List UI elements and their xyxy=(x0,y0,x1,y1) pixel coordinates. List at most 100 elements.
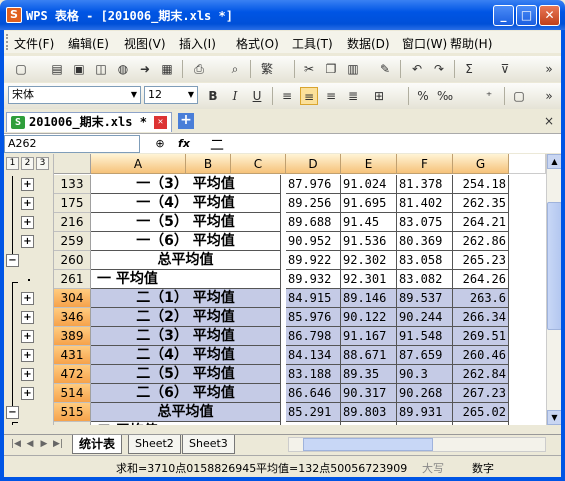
collapse-group-icon[interactable]: − xyxy=(6,254,19,267)
cell-g[interactable]: 267.23 xyxy=(453,384,509,403)
cell-d[interactable]: 89.256 xyxy=(286,194,341,213)
pdf-icon[interactable]: ▦ xyxy=(158,60,176,78)
cell-e[interactable]: 90.122 xyxy=(341,308,397,327)
cell-f[interactable]: 89.931 xyxy=(397,422,453,425)
cell-d[interactable]: 85.318 xyxy=(286,422,341,425)
sheet-tab-3[interactable]: Sheet3 xyxy=(182,435,235,454)
menu-view[interactable]: 视图(V) xyxy=(124,35,166,52)
cell-g[interactable]: 264.21 xyxy=(453,213,509,232)
row-header[interactable]: 389 xyxy=(54,327,91,346)
cell-e[interactable]: 91.167 xyxy=(341,327,397,346)
border-icon[interactable]: ▢ xyxy=(510,87,528,105)
sheet-tab-1[interactable]: 统计表 xyxy=(72,435,123,454)
menu-tools[interactable]: 工具(T) xyxy=(292,35,333,52)
cell-label[interactable]: 二（5） 平均值 xyxy=(91,365,281,384)
cell-d[interactable]: 83.188 xyxy=(286,365,341,384)
row-header[interactable]: 261 xyxy=(54,270,91,289)
first-sheet-icon[interactable]: |◀ xyxy=(10,438,22,451)
last-sheet-icon[interactable]: ▶| xyxy=(52,438,64,451)
cell-f[interactable]: 91.548 xyxy=(397,327,453,346)
expand-group-icon[interactable]: + xyxy=(21,216,34,229)
expand-group-icon[interactable]: + xyxy=(21,197,34,210)
cell-e[interactable]: 91.695 xyxy=(341,194,397,213)
next-sheet-icon[interactable]: ▶ xyxy=(38,438,50,451)
expand-group-icon[interactable]: + xyxy=(21,387,34,400)
collapse-group-icon[interactable]: − xyxy=(6,406,19,419)
scroll-thumb[interactable] xyxy=(547,202,561,330)
redo-icon[interactable]: ↷ xyxy=(430,60,448,78)
expand-group-icon[interactable]: + xyxy=(21,311,34,324)
print-preview-icon[interactable]: ◫ xyxy=(92,60,110,78)
cell-label[interactable]: 二（4） 平均值 xyxy=(91,346,281,365)
document-tab[interactable]: S 201006_期末.xls * ✕ xyxy=(6,112,172,132)
align-center-icon[interactable]: ≡ xyxy=(300,87,318,105)
scroll-down-icon[interactable]: ▼ xyxy=(547,410,561,425)
menu-window[interactable]: 窗口(W) xyxy=(402,35,447,52)
row-header[interactable]: 259 xyxy=(54,232,91,251)
cell-label[interactable]: 一（4） 平均值 xyxy=(91,194,281,213)
format-painter-icon[interactable]: ✎ xyxy=(376,60,394,78)
cell-e[interactable]: 92.302 xyxy=(341,251,397,270)
new-doc-icon[interactable]: ▢ xyxy=(12,60,30,78)
expand-group-icon[interactable]: + xyxy=(21,368,34,381)
zoom-preview-icon[interactable]: ⌕ xyxy=(226,60,244,78)
export-icon[interactable]: ➜ xyxy=(136,60,154,78)
cell-g[interactable]: 262.35 xyxy=(453,194,509,213)
cell-d[interactable]: 84.134 xyxy=(286,346,341,365)
row-header[interactable]: 260 xyxy=(54,251,91,270)
column-header-a[interactable]: A xyxy=(91,154,186,174)
cell-f[interactable]: 89.537 xyxy=(397,289,453,308)
row-header[interactable]: 514 xyxy=(54,384,91,403)
bold-button[interactable]: B xyxy=(204,87,222,105)
cell-g[interactable]: 260.46 xyxy=(453,346,509,365)
expand-group-icon[interactable]: + xyxy=(21,178,34,191)
cell-f[interactable]: 81.402 xyxy=(397,194,453,213)
paste-icon[interactable]: ▥ xyxy=(344,60,362,78)
column-header-c[interactable]: C xyxy=(231,154,286,174)
italic-button[interactable]: I xyxy=(226,87,244,105)
scroll-thumb[interactable] xyxy=(303,438,433,451)
scroll-up-icon[interactable]: ▲ xyxy=(547,154,561,169)
row-header[interactable]: 175 xyxy=(54,194,91,213)
column-header-e[interactable]: E xyxy=(341,154,397,174)
menu-file[interactable]: 文件(F) xyxy=(14,35,54,52)
row-header[interactable]: 516 xyxy=(54,422,91,425)
cell-d[interactable]: 86.646 xyxy=(286,384,341,403)
close-document-icon[interactable]: × xyxy=(540,112,558,130)
cell-f[interactable]: 83.082 xyxy=(397,270,453,289)
filter-icon[interactable]: ⊽ xyxy=(496,60,514,78)
toolbar-options-icon[interactable]: » xyxy=(540,87,558,105)
insert-function-icon[interactable]: fx xyxy=(176,136,192,152)
align-right-icon[interactable]: ≡ xyxy=(322,87,340,105)
cell-g[interactable]: 254.18 xyxy=(453,175,509,194)
column-header-h[interactable] xyxy=(509,154,546,174)
menu-data[interactable]: 数据(D) xyxy=(347,35,390,52)
expand-group-icon[interactable]: + xyxy=(21,330,34,343)
cell-d[interactable]: 85.291 xyxy=(286,403,341,422)
maximize-button[interactable]: □ xyxy=(516,5,537,26)
column-header-f[interactable]: F xyxy=(397,154,453,174)
outline-level-3[interactable]: 3 xyxy=(36,157,49,170)
name-box[interactable]: A262 xyxy=(4,135,140,153)
row-header[interactable]: 431 xyxy=(54,346,91,365)
close-button[interactable]: ✕ xyxy=(539,5,560,26)
cell-label[interactable]: 总平均值 xyxy=(91,403,281,422)
cell-d[interactable]: 84.915 xyxy=(286,289,341,308)
column-header-d[interactable]: D xyxy=(286,154,341,174)
cell-g[interactable]: 262.86 xyxy=(453,232,509,251)
cell-f[interactable]: 89.931 xyxy=(397,403,453,422)
cell-d[interactable]: 89.932 xyxy=(286,270,341,289)
row-header[interactable]: 304 xyxy=(54,289,91,308)
spreadsheet-grid[interactable]: 1 2 3 + + + + − + + + + + + − A B C D E F G 133 一（3）… xyxy=(4,154,561,425)
row-header[interactable]: 346 xyxy=(54,308,91,327)
cell-label[interactable]: 一 平均值 xyxy=(91,270,281,289)
row-header[interactable]: 515 xyxy=(54,403,91,422)
expand-group-icon[interactable]: + xyxy=(21,235,34,248)
permission-icon[interactable]: ◍ xyxy=(114,60,132,78)
column-header-g[interactable]: G xyxy=(453,154,509,174)
cell-e[interactable]: 89.146 xyxy=(341,289,397,308)
menu-help[interactable]: 帮助(H) xyxy=(450,35,492,52)
horizontal-scrollbar[interactable] xyxy=(288,437,546,452)
cell-label[interactable]: 二（6） 平均值 xyxy=(91,384,281,403)
cell-f[interactable]: 90.268 xyxy=(397,384,453,403)
